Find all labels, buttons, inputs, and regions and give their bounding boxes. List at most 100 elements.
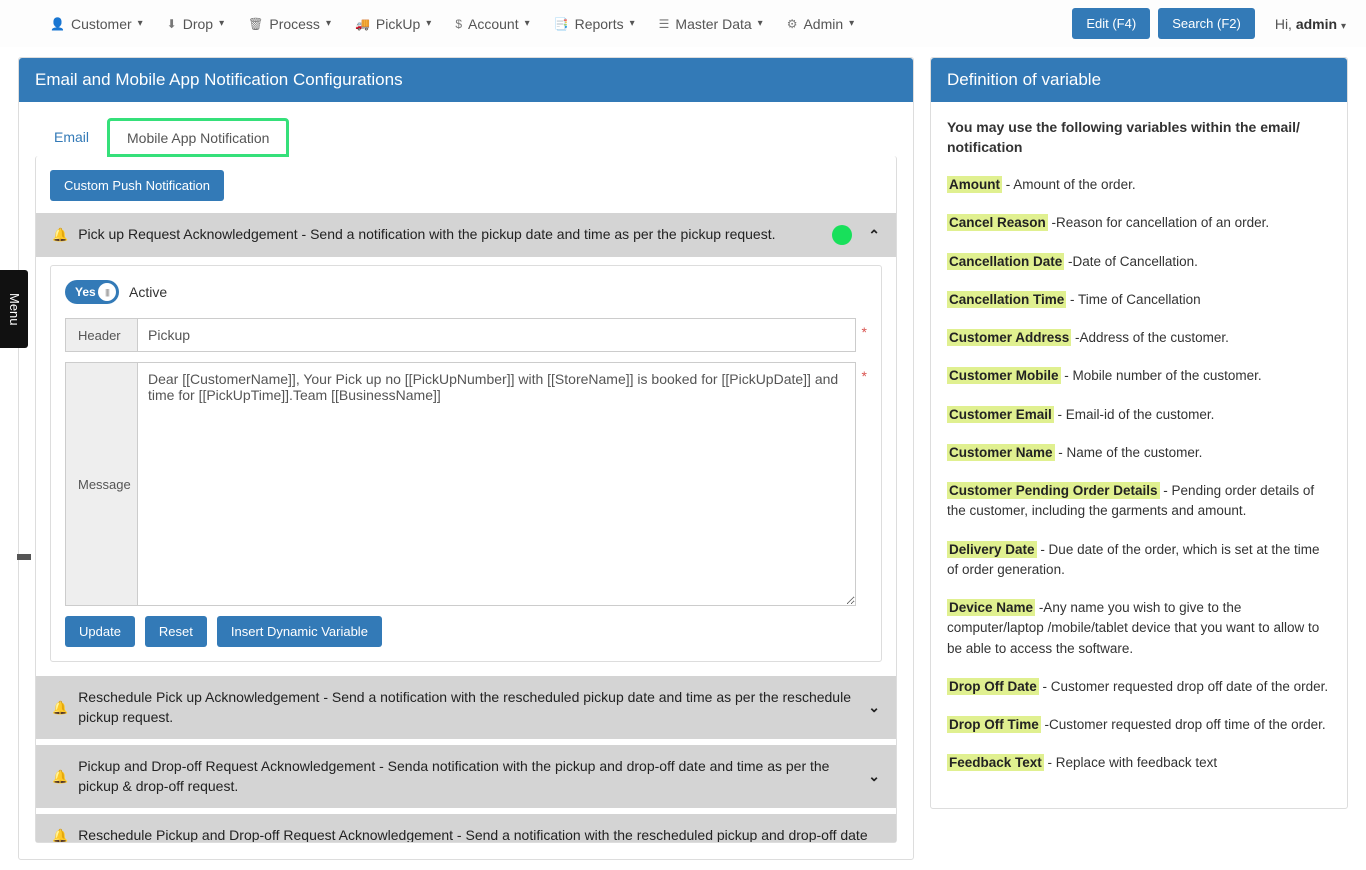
variable-description: -Reason for cancellation of an order. <box>1048 215 1269 230</box>
variable-definition-item: Customer Name - Name of the customer. <box>947 443 1331 463</box>
header-input[interactable] <box>137 318 856 352</box>
panel-title: Definition of variable <box>931 58 1347 102</box>
variable-description: - Mobile number of the customer. <box>1061 368 1262 383</box>
side-menu-tab[interactable]: Menu <box>0 270 28 348</box>
variable-name: Customer Name <box>947 444 1055 461</box>
active-toggle[interactable]: Yes ||| <box>65 280 119 304</box>
nav-reports[interactable]: 📑 Reports ▾ <box>544 10 645 38</box>
variable-description: - Amount of the order. <box>1002 177 1136 192</box>
greet-prefix: Hi, <box>1275 16 1292 32</box>
header-field-label: Header <box>65 318 137 352</box>
variable-name: Customer Email <box>947 406 1054 423</box>
message-textarea[interactable] <box>137 362 856 606</box>
message-field-label: Message <box>65 362 137 606</box>
variable-definition-item: Amount - Amount of the order. <box>947 175 1331 195</box>
status-indicator <box>832 225 852 245</box>
variable-name: Cancellation Time <box>947 291 1066 308</box>
accordion-title: Pick up Request Acknowledgement - Send a… <box>78 225 822 245</box>
nav-admin[interactable]: ⚙ Admin ▾ <box>777 10 864 38</box>
variable-name: Cancel Reason <box>947 214 1048 231</box>
bell-icon: 🔔 <box>52 700 68 716</box>
tab-mobile-app-notification[interactable]: Mobile App Notification <box>108 119 288 156</box>
accordion-header-reschedule-pickup-dropoff[interactable]: 🔔 Reschedule Pickup and Drop-off Request… <box>36 808 896 842</box>
insert-dynamic-variable-button[interactable]: Insert Dynamic Variable <box>217 616 382 647</box>
variable-definition-item: Drop Off Time -Customer requested drop o… <box>947 715 1331 735</box>
caret-down-icon: ▾ <box>1341 21 1346 32</box>
variable-description: -Date of Cancellation. <box>1064 254 1198 269</box>
notification-config-panel: Email and Mobile App Notification Config… <box>18 57 914 860</box>
panel-title: Email and Mobile App Notification Config… <box>19 58 913 102</box>
nav-label: PickUp <box>376 16 420 32</box>
caret-down-icon: ▾ <box>758 18 763 29</box>
nav-label: Admin <box>803 16 843 32</box>
user-greeting[interactable]: Hi, admin ▾ <box>1275 16 1346 32</box>
accordion-title: Reschedule Pickup and Drop-off Request A… <box>78 826 880 842</box>
variable-definition-item: Feedback Text - Replace with feedback te… <box>947 753 1331 773</box>
bell-icon: 🔔 <box>52 828 68 842</box>
variable-definition-item: Customer Pending Order Details - Pending… <box>947 481 1331 522</box>
variable-definition-item: Device Name -Any name you wish to give t… <box>947 598 1331 659</box>
dollar-icon: $ <box>455 17 462 31</box>
top-navbar: 👤 Customer ▾ ⬇ Drop ▾ 🗑 Process ▾ 🚚 Pick… <box>0 0 1366 47</box>
active-label: Active <box>129 284 167 300</box>
caret-down-icon: ▾ <box>219 18 224 29</box>
search-button[interactable]: Search (F2) <box>1158 8 1255 39</box>
nav-drop[interactable]: ⬇ Drop ▾ <box>157 10 234 38</box>
toggle-knob: ||| <box>98 283 116 301</box>
variable-definition-item: Cancellation Time - Time of Cancellation <box>947 290 1331 310</box>
variable-intro: You may use the following variables with… <box>947 118 1331 157</box>
caret-down-icon: ▾ <box>138 18 143 29</box>
bell-icon: 🔔 <box>52 769 68 785</box>
nav-label: Master Data <box>675 16 751 32</box>
nav-label: Process <box>269 16 320 32</box>
variable-definition-panel: Definition of variable You may use the f… <box>930 57 1348 809</box>
nav-account[interactable]: $ Account ▾ <box>445 10 539 38</box>
variable-name: Customer Mobile <box>947 367 1061 384</box>
variable-name: Drop Off Date <box>947 678 1039 695</box>
nav-label: Drop <box>183 16 213 32</box>
reset-button[interactable]: Reset <box>145 616 207 647</box>
variable-description: - Name of the customer. <box>1055 445 1203 460</box>
accordion-header-pickup-request[interactable]: 🔔 Pick up Request Acknowledgement - Send… <box>36 213 896 257</box>
accordion-content: Yes ||| Active Header * <box>50 265 882 662</box>
chevron-down-icon: ⌄ <box>868 768 880 785</box>
required-indicator: * <box>862 362 867 384</box>
variable-description: - Time of Cancellation <box>1066 292 1200 307</box>
stack-icon: ☰ <box>659 17 670 31</box>
nav-pickup[interactable]: 🚚 PickUp ▾ <box>345 10 441 38</box>
caret-down-icon: ▾ <box>630 18 635 29</box>
side-drag-handle[interactable] <box>17 554 31 560</box>
variable-definition-item: Delivery Date - Due date of the order, w… <box>947 540 1331 581</box>
custom-push-notification-button[interactable]: Custom Push Notification <box>50 170 224 201</box>
variable-name: Customer Pending Order Details <box>947 482 1160 499</box>
user-icon: 👤 <box>50 17 65 31</box>
update-button[interactable]: Update <box>65 616 135 647</box>
accordion-header-reschedule-pickup[interactable]: 🔔 Reschedule Pick up Acknowledgement - S… <box>36 676 896 739</box>
caret-down-icon: ▾ <box>326 18 331 29</box>
variable-name: Cancellation Date <box>947 253 1064 270</box>
truck-icon: 🚚 <box>355 17 370 31</box>
variable-definition-item: Customer Email - Email-id of the custome… <box>947 405 1331 425</box>
variable-name: Delivery Date <box>947 541 1037 558</box>
accordion-title: Reschedule Pick up Acknowledgement - Sen… <box>78 688 858 727</box>
nav-customer[interactable]: 👤 Customer ▾ <box>40 10 153 38</box>
caret-down-icon: ▾ <box>525 18 530 29</box>
variable-description: - Customer requested drop off date of th… <box>1039 679 1328 694</box>
toggle-yes-label: Yes <box>75 285 96 299</box>
variable-name: Amount <box>947 176 1002 193</box>
chevron-up-icon: ⌃ <box>868 227 880 244</box>
tab-email[interactable]: Email <box>35 118 108 155</box>
edit-button[interactable]: Edit (F4) <box>1072 8 1150 39</box>
nav-master-data[interactable]: ☰ Master Data ▾ <box>649 10 773 38</box>
variable-definition-item: Customer Mobile - Mobile number of the c… <box>947 366 1331 386</box>
variable-definition-item: Cancellation Date -Date of Cancellation. <box>947 252 1331 272</box>
download-icon: ⬇ <box>167 17 177 31</box>
nav-process[interactable]: 🗑 Process ▾ <box>238 10 341 38</box>
gear-icon: ⚙ <box>787 17 798 31</box>
caret-down-icon: ▾ <box>426 18 431 29</box>
username: admin <box>1296 16 1337 32</box>
variable-definition-item: Cancel Reason -Reason for cancellation o… <box>947 213 1331 233</box>
caret-down-icon: ▾ <box>849 18 854 29</box>
variable-description: - Replace with feedback text <box>1044 755 1217 770</box>
chevron-down-icon: ⌄ <box>868 699 880 716</box>
